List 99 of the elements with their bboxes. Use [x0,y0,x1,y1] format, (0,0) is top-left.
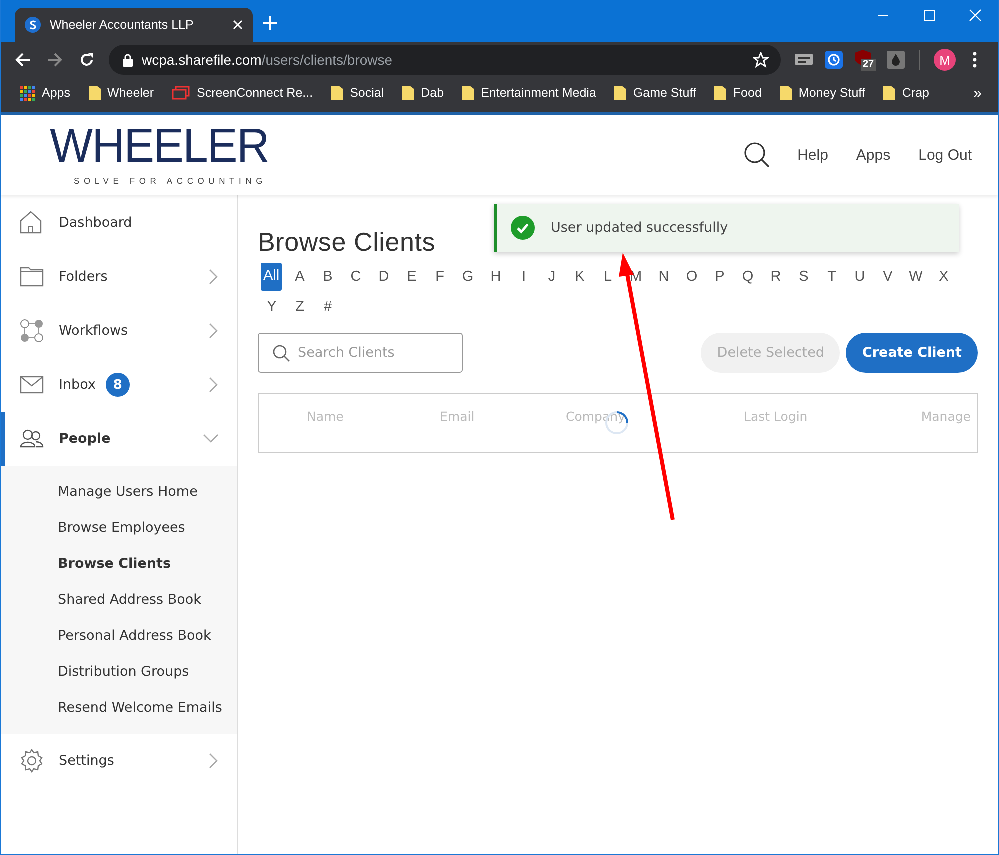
nav-link[interactable]: Apps [856,146,891,164]
letter-filter[interactable]: J [548,268,556,286]
letter-filter[interactable]: N [658,268,670,286]
url-text: wcpa.sharefile.com/users/clients/browse [142,52,394,68]
bookmark[interactable]: Food [705,85,771,101]
letter-filter[interactable]: O [686,268,698,286]
submenu-item[interactable]: Personal Address Book [1,618,237,654]
letter-filter[interactable]: Q [742,268,754,286]
nav-link[interactable]: Log Out [918,146,972,164]
window-icon [172,86,190,100]
bookmark[interactable]: Dab [393,85,454,101]
star-icon[interactable] [753,52,769,68]
chevron-right-icon [209,377,219,393]
sidebar-item[interactable]: Inbox 8 [0,358,237,412]
tab-title: Wheeler Accountants LLP [50,18,195,32]
nav-link[interactable]: Help [798,146,828,164]
letter-filter[interactable]: W [909,268,923,286]
more-bookmarks-button[interactable]: » [974,84,982,102]
chevron-right-icon [209,753,219,769]
browser-tab[interactable]: Wheeler Accountants LLP [15,8,253,42]
letter-filter[interactable]: D [378,268,390,286]
search-icon[interactable] [744,142,770,168]
letter-filter[interactable]: H [490,268,502,286]
create-button[interactable]: Create Client [846,333,978,373]
chevron-down-icon [203,434,219,444]
toast-message: User updated successfully [551,220,728,236]
submenu-item[interactable]: Shared Address Book [1,582,237,618]
back-icon[interactable] [15,52,31,68]
letter-filter[interactable]: T [828,268,836,286]
folder-icon [614,85,626,101]
bookmark[interactable]: Entertainment Media [453,85,606,101]
site-icon [25,17,41,33]
submenu-item[interactable]: Browse Employees [1,510,237,546]
close-icon[interactable] [233,20,243,30]
folder-icon [462,85,474,101]
letter-filter[interactable]: L [604,268,612,286]
bookmark[interactable]: Apps [11,86,80,100]
count-badge: 8 [106,373,130,397]
letter-filter[interactable]: E [407,268,417,286]
check-icon [511,216,535,240]
folder-icon [780,85,792,101]
letter-filter[interactable]: F [436,268,444,286]
bookmark[interactable]: ScreenConnect Re... [163,86,322,100]
folder-icon [331,85,344,101]
bookmark[interactable]: Social [322,85,394,101]
bookmark[interactable]: Crap [874,85,938,101]
settings-icon [20,749,44,773]
folder-icon [714,85,726,101]
logo-tagline: SOLVE FOR ACCOUNTING [74,176,268,186]
letter-filter[interactable]: # [324,298,332,316]
submenu-item[interactable]: Browse Clients [1,546,237,582]
logo-wordmark: WHEELER [50,124,269,170]
submenu-item[interactable]: Resend Welcome Emails [1,690,237,726]
sidebar-item[interactable]: Settings [0,734,237,788]
folder-icon [20,265,44,289]
letter-filter[interactable]: S [799,268,809,286]
letter-filter[interactable]: C [350,268,362,286]
letter-filter[interactable]: Y [267,298,277,316]
search-icon [273,344,290,362]
letter-filter[interactable]: All [260,263,282,291]
bookmark[interactable]: Game Stuff [605,85,706,101]
profile-avatar[interactable]: M [934,49,956,71]
letter-filter[interactable]: R [770,268,782,286]
letter-filter[interactable]: I [522,268,526,286]
letter-filter[interactable]: P [715,268,725,286]
page-title: Browse Clients [258,226,436,259]
sidebar-item[interactable]: Workflows [0,304,237,358]
letter-filter[interactable]: B [323,268,333,286]
chevron-right-icon [209,323,219,339]
letter-filter[interactable]: V [883,268,893,286]
bookmark[interactable]: Wheeler [80,85,164,101]
reload-icon[interactable] [79,52,95,68]
sidebar-item[interactable]: Folders [0,250,237,304]
submenu-item[interactable]: Distribution Groups [1,654,237,690]
folder-icon [88,85,100,101]
extension-icon[interactable] [795,52,813,68]
bookmark[interactable]: Money Stuff [770,85,874,101]
letter-filter[interactable]: X [939,268,949,286]
sidebar-item[interactable]: Dashboard [0,196,237,250]
home-icon [20,211,44,235]
apps-icon [20,86,35,100]
letter-filter[interactable]: A [295,268,305,286]
address-bar[interactable]: wcpa.sharefile.com/users/clients/browse [109,45,781,75]
workflow-icon [20,319,44,343]
search-input[interactable]: Search Clients [296,344,450,362]
letter-filter[interactable]: K [575,268,585,286]
new-tab-icon[interactable] [263,16,277,30]
letter-filter[interactable]: G [462,268,474,286]
letter-filter[interactable]: Z [296,298,304,316]
folder-icon [883,85,896,101]
search-field[interactable]: Search Clients [258,333,463,373]
history-icon[interactable] [825,51,843,69]
submenu-item[interactable]: Manage Users Home [1,474,237,510]
drop-icon[interactable] [887,51,905,69]
letter-filter[interactable]: U [854,268,866,286]
forward-icon[interactable] [47,52,63,68]
chevron-right-icon [209,269,219,285]
folder-icon [402,85,414,101]
lock-icon [123,54,133,66]
